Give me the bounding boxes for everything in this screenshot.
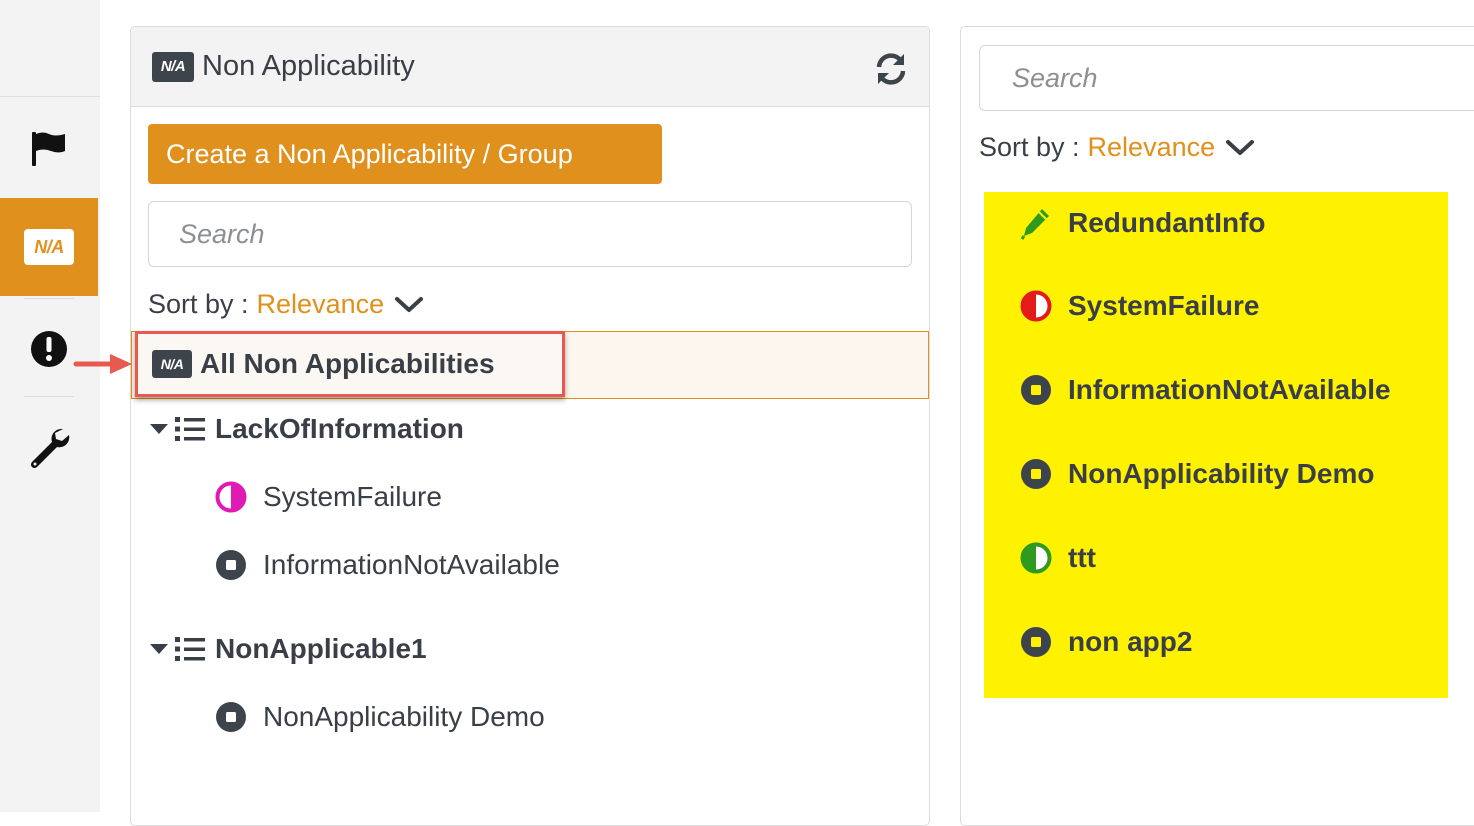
search-input[interactable] xyxy=(148,201,912,267)
tree-item-label: NonApplicability Demo xyxy=(263,701,545,732)
tree-group-label: LackOfInformation xyxy=(215,413,464,444)
sort-dropdown[interactable]: Relevance xyxy=(1088,132,1216,163)
na-badge: N/A xyxy=(152,51,194,82)
square-circle-icon xyxy=(1021,627,1051,657)
list-icon xyxy=(175,417,205,441)
tree-item-systemfailure[interactable]: SystemFailure xyxy=(215,481,442,513)
result-item-ttt[interactable]: ttt xyxy=(1020,542,1096,574)
rail-item-alerts[interactable] xyxy=(0,300,98,398)
tree-item-label: InformationNotAvailable xyxy=(263,549,560,580)
tree-group-nonapplicable1[interactable]: NonApplicable1 xyxy=(149,633,427,665)
square-circle-icon xyxy=(216,550,246,580)
left-rail: N/A xyxy=(0,0,100,812)
caret-down-icon[interactable] xyxy=(149,422,169,436)
square-circle-icon xyxy=(1021,375,1051,405)
result-item-nonapplicability-demo[interactable]: NonApplicability Demo xyxy=(1020,458,1374,490)
sort-dropdown[interactable]: Relevance xyxy=(257,289,385,320)
pen-icon xyxy=(1020,209,1049,240)
chevron-down-icon[interactable] xyxy=(1225,138,1255,158)
result-item-label: RedundantInfo xyxy=(1068,207,1266,238)
all-non-applicabilities-item[interactable]: N/A All Non Applicabilities xyxy=(135,331,565,397)
result-item-label: InformationNotAvailable xyxy=(1068,374,1391,405)
result-item-label: ttt xyxy=(1068,542,1096,573)
na-icon: N/A xyxy=(24,229,74,265)
half-circle-icon xyxy=(215,481,247,513)
create-non-applicability-button[interactable]: Create a Non Applicability / Group xyxy=(148,124,662,184)
square-circle-icon xyxy=(1021,459,1051,489)
tree-item-nonapplicability-demo[interactable]: NonApplicability Demo xyxy=(215,701,545,733)
chevron-down-icon[interactable] xyxy=(394,295,424,315)
results-sort-by: Sort by : Relevance xyxy=(979,132,1255,163)
flag-icon xyxy=(32,132,65,166)
result-item-label: NonApplicability Demo xyxy=(1068,458,1375,489)
alert-icon xyxy=(31,331,67,367)
result-item-label: non app2 xyxy=(1068,626,1193,657)
result-item-redundantinfo[interactable]: RedundantInfo xyxy=(1020,206,1266,240)
rail-item-flag[interactable] xyxy=(0,100,98,198)
result-item-systemfailure[interactable]: SystemFailure xyxy=(1020,290,1259,322)
non-applicability-panel: N/A Non Applicability Create a Non Appli… xyxy=(130,26,930,826)
callout-arrow xyxy=(73,354,132,374)
rail-divider xyxy=(0,96,100,97)
sort-label: Sort by : xyxy=(979,132,1080,162)
panel-header: N/A Non Applicability xyxy=(131,27,929,107)
half-circle-icon xyxy=(1020,542,1052,574)
panel-title: Non Applicability xyxy=(202,50,415,82)
tree-item-informationnotavailable[interactable]: InformationNotAvailable xyxy=(215,549,560,581)
wrench-icon xyxy=(30,428,70,469)
results-search-input[interactable] xyxy=(979,45,1474,111)
list-icon xyxy=(175,637,205,661)
rail-item-non-applicability[interactable]: N/A xyxy=(0,198,98,296)
sort-label: Sort by : xyxy=(148,289,249,319)
na-badge: N/A xyxy=(152,350,192,378)
tree-group-lackofinformation[interactable]: LackOfInformation xyxy=(149,413,464,445)
result-item-label: SystemFailure xyxy=(1068,290,1260,321)
caret-down-icon[interactable] xyxy=(149,642,169,656)
results-highlight xyxy=(984,192,1448,698)
tree-group-label: NonApplicable1 xyxy=(215,633,427,664)
square-circle-icon xyxy=(216,702,246,732)
sort-by: Sort by : Relevance xyxy=(148,289,424,320)
refresh-icon[interactable] xyxy=(873,51,909,87)
all-non-applicabilities-label: All Non Applicabilities xyxy=(200,348,495,379)
rail-item-settings[interactable] xyxy=(0,398,98,496)
rail-divider xyxy=(24,298,74,299)
result-item-non-app2[interactable]: non app2 xyxy=(1020,626,1192,658)
half-circle-icon xyxy=(1020,290,1052,322)
result-item-informationnotavailable[interactable]: InformationNotAvailable xyxy=(1020,374,1391,406)
tree-item-label: SystemFailure xyxy=(263,481,442,512)
rail-divider xyxy=(24,396,74,397)
